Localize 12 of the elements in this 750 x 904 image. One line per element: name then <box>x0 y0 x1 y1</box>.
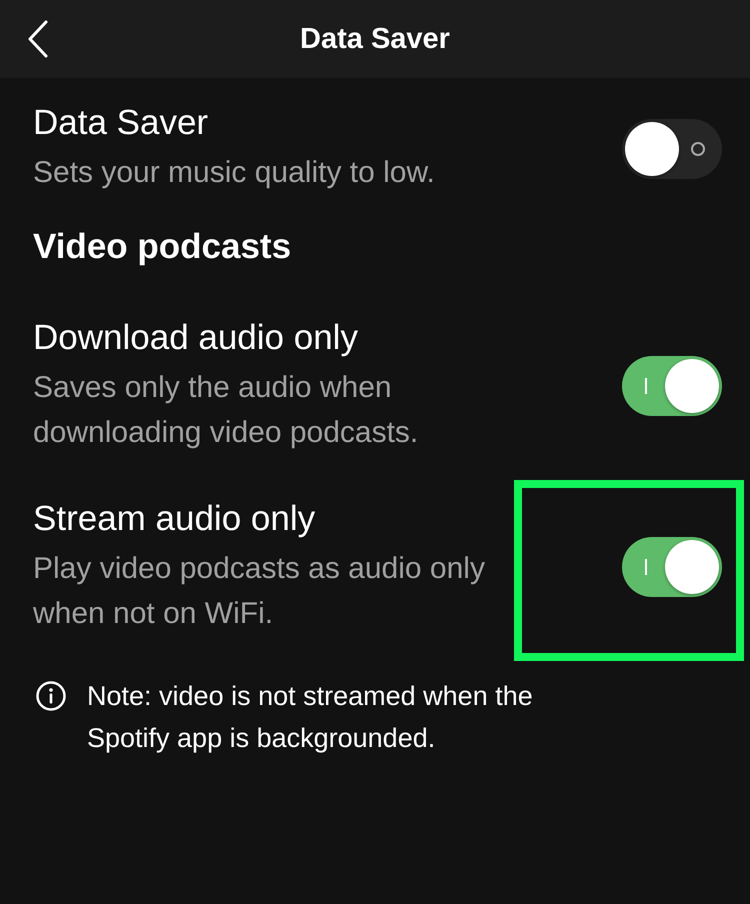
back-icon <box>28 20 48 58</box>
setting-description: Saves only the audio when downloading video podcasts. <box>33 370 420 451</box>
note-text: Note: video is not streamed when the Spotify app is backgrounded. <box>87 680 534 755</box>
setting-title: Stream audio only <box>33 498 316 540</box>
setting-description: Play video podcasts as audio only when not on WiFi. <box>33 551 486 632</box>
setting-title: Download audio only <box>33 317 359 359</box>
setting-title: Data Saver <box>33 102 210 144</box>
section-heading: Video podcasts <box>33 226 292 268</box>
setting-description: Sets your music quality to low. <box>33 155 436 191</box>
page-title: Data Saver <box>299 22 451 57</box>
info-icon <box>36 681 66 711</box>
off-mark-icon <box>691 142 705 156</box>
